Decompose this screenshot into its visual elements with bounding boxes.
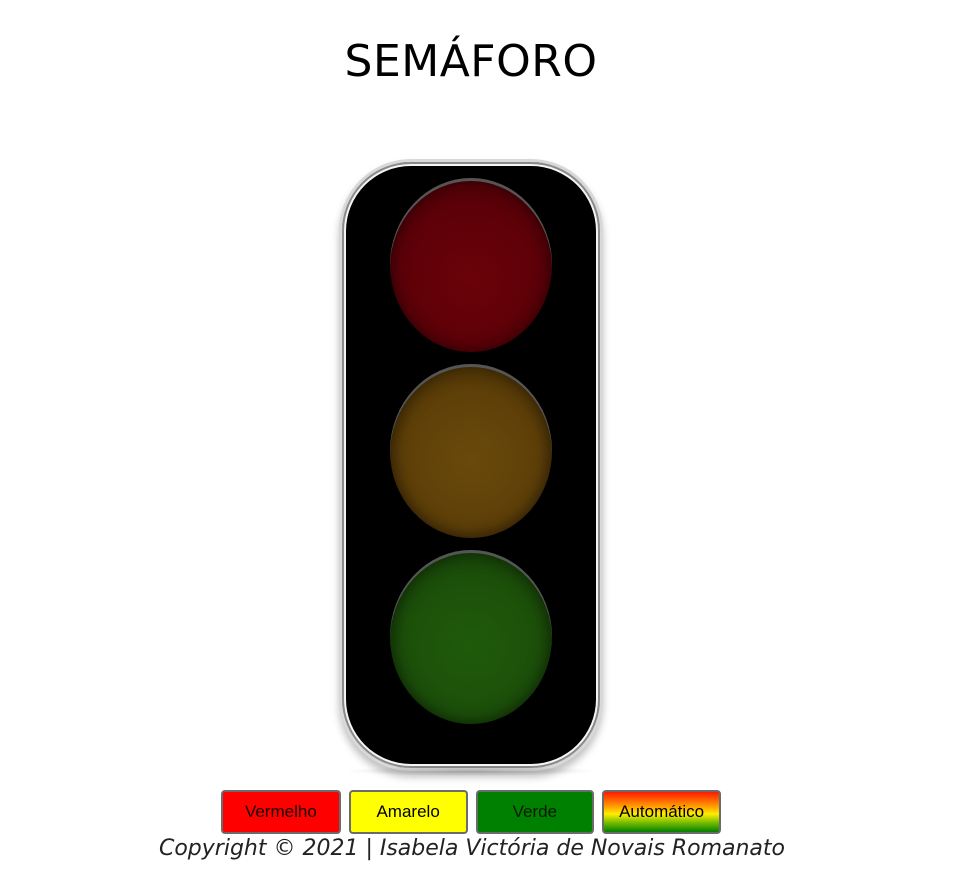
- automatic-button[interactable]: Automático: [602, 790, 721, 834]
- green-button[interactable]: Verde: [475, 790, 595, 834]
- yellow-lamp: [390, 364, 552, 538]
- traffic-light: [339, 159, 603, 776]
- copyright-text: Copyright © 2021 | Isabela Victória de N…: [158, 836, 785, 861]
- controls: Vermelho Amarelo Verde Automático: [221, 790, 721, 834]
- red-button[interactable]: Vermelho: [221, 790, 341, 834]
- green-lamp: [390, 550, 552, 724]
- yellow-button[interactable]: Amarelo: [348, 790, 468, 834]
- page-title: SEMÁFORO: [344, 36, 598, 87]
- red-lamp: [390, 178, 552, 352]
